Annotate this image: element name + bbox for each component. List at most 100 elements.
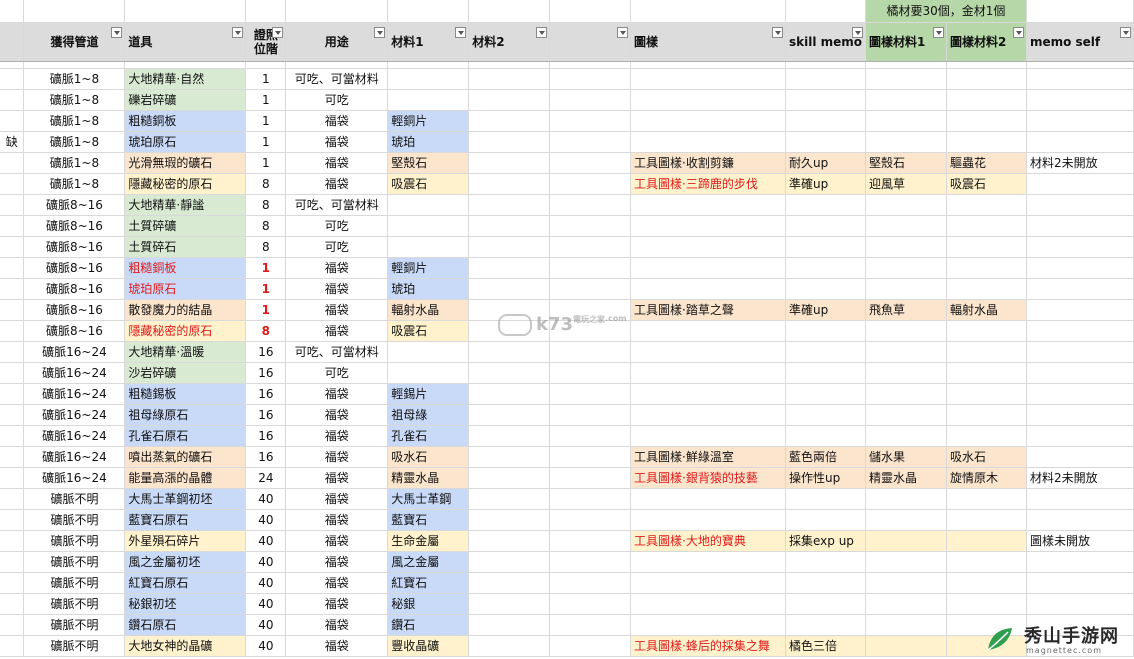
cell-marker[interactable] <box>0 404 25 426</box>
cell-material-2[interactable] <box>468 236 551 258</box>
cell-pattern[interactable] <box>630 68 786 90</box>
cell-blank[interactable] <box>549 278 632 300</box>
cell-pattern[interactable] <box>630 257 786 279</box>
cell-blank[interactable] <box>549 530 632 552</box>
cell-use[interactable]: 可吃、可當材料 <box>285 194 389 216</box>
header-blank[interactable] <box>549 22 632 62</box>
cell-item[interactable]: 大地女神的晶礦 <box>124 635 247 657</box>
cell-pattern-material-1[interactable] <box>865 89 947 111</box>
cell-pattern-material-2[interactable] <box>946 341 1027 363</box>
cell-marker[interactable] <box>0 299 25 321</box>
cell-item[interactable]: 光滑無瑕的礦石 <box>124 152 247 174</box>
cell-skill-memo[interactable] <box>785 488 867 510</box>
cell-pattern-material-2[interactable] <box>946 320 1027 342</box>
cell-source[interactable]: 礦脈16~24 <box>23 383 126 405</box>
cell-rank[interactable]: 40 <box>245 572 287 594</box>
cell-rank[interactable]: 40 <box>245 614 287 636</box>
cell-material-2[interactable] <box>468 467 551 489</box>
cell-rank[interactable]: 40 <box>245 551 287 573</box>
cell-memo-self[interactable] <box>1026 89 1134 111</box>
cell-memo-self[interactable] <box>1026 194 1134 216</box>
cell-pattern-material-2[interactable] <box>946 110 1027 132</box>
cell-material-2[interactable] <box>468 131 551 153</box>
header-pattern-material-1[interactable]: 圖樣材料1 <box>865 22 947 62</box>
cell-source[interactable]: 礦脈8~16 <box>23 299 126 321</box>
cell-rank[interactable]: 16 <box>245 362 287 384</box>
cell-material-2[interactable] <box>468 404 551 426</box>
cell-pattern[interactable] <box>630 404 786 426</box>
cell-item[interactable]: 能量高漲的晶體 <box>124 467 247 489</box>
cell-blank[interactable] <box>549 467 632 489</box>
cell-marker[interactable] <box>0 383 25 405</box>
cell-use[interactable]: 福袋 <box>285 593 389 615</box>
cell-source[interactable]: 礦脈1~8 <box>23 173 126 195</box>
cell-skill-memo[interactable] <box>785 68 867 90</box>
cell-item[interactable]: 噴出蒸氣的礦石 <box>124 446 247 468</box>
cell-pattern-material-2[interactable] <box>946 404 1027 426</box>
cell-marker[interactable] <box>0 278 25 300</box>
cell-pattern-material-2[interactable] <box>946 572 1027 594</box>
cell-source[interactable]: 礦脈8~16 <box>23 236 126 258</box>
cell-source[interactable]: 礦脈1~8 <box>23 131 126 153</box>
cell-pattern[interactable] <box>630 320 786 342</box>
cell-pattern-material-1[interactable] <box>865 614 947 636</box>
cell-memo-self[interactable] <box>1026 131 1134 153</box>
cell-use[interactable]: 可吃 <box>285 89 389 111</box>
cell-skill-memo[interactable] <box>785 194 867 216</box>
cell-pattern[interactable] <box>630 593 786 615</box>
cell-pattern[interactable] <box>630 383 786 405</box>
cell-material-2[interactable] <box>468 278 551 300</box>
cell-rank[interactable]: 40 <box>245 488 287 510</box>
cell-blank[interactable] <box>549 425 632 447</box>
cell-blank[interactable] <box>549 173 632 195</box>
cell-material-1[interactable]: 琥珀 <box>387 278 470 300</box>
cell-pattern-material-1[interactable] <box>865 383 947 405</box>
cell-blank[interactable] <box>549 194 632 216</box>
cell-marker[interactable] <box>0 89 25 111</box>
cell-skill-memo[interactable]: 準確up <box>785 173 867 195</box>
cell-pattern[interactable]: 工具圖樣·大地的寶典 <box>630 530 786 552</box>
cell-material-1[interactable]: 紅寶石 <box>387 572 470 594</box>
cell-memo-self[interactable] <box>1026 173 1134 195</box>
cell-marker[interactable] <box>0 110 25 132</box>
cell-marker[interactable] <box>0 446 25 468</box>
cell-pattern[interactable] <box>630 551 786 573</box>
cell-source[interactable]: 礦脈8~16 <box>23 257 126 279</box>
cell-material-2[interactable] <box>468 551 551 573</box>
cell-skill-memo[interactable] <box>785 236 867 258</box>
cell-material-1[interactable]: 琥珀 <box>387 131 470 153</box>
cell-rank[interactable]: 1 <box>245 68 287 90</box>
cell-skill-memo[interactable] <box>785 341 867 363</box>
cell-material-1[interactable]: 輕錫片 <box>387 383 470 405</box>
cell-pattern[interactable] <box>630 488 786 510</box>
cell-pattern-material-1[interactable] <box>865 341 947 363</box>
cell-use[interactable]: 福袋 <box>285 488 389 510</box>
header-item[interactable]: 道具 <box>124 22 247 62</box>
cell-source[interactable]: 礦脈不明 <box>23 488 126 510</box>
cell-item[interactable]: 鑽石原石 <box>124 614 247 636</box>
cell-item[interactable]: 隱藏秘密的原石 <box>124 173 247 195</box>
cell-item[interactable]: 琥珀原石 <box>124 131 247 153</box>
cell-pattern-material-2[interactable] <box>946 362 1027 384</box>
cell-material-2[interactable] <box>468 383 551 405</box>
cell-source[interactable]: 礦脈1~8 <box>23 89 126 111</box>
cell-memo-self[interactable] <box>1026 257 1134 279</box>
cell-pattern-material-2[interactable] <box>946 530 1027 552</box>
cell-pattern[interactable]: 工具圖樣·三蹄鹿的步伐 <box>630 173 786 195</box>
cell-skill-memo[interactable] <box>785 89 867 111</box>
cell-use[interactable]: 福袋 <box>285 404 389 426</box>
cell-marker[interactable] <box>0 173 25 195</box>
cell-item[interactable]: 藍寶石原石 <box>124 509 247 531</box>
cell-source[interactable]: 礦脈不明 <box>23 530 126 552</box>
cell-pattern-material-1[interactable]: 儲水果 <box>865 446 947 468</box>
cell-source[interactable]: 礦脈不明 <box>23 509 126 531</box>
cell-memo-self[interactable] <box>1026 236 1134 258</box>
filter-dropdown-icon[interactable] <box>772 27 783 38</box>
cell-pattern-material-1[interactable]: 精靈水晶 <box>865 467 947 489</box>
header-source[interactable]: 獲得管道 <box>23 22 126 62</box>
cell-material-1[interactable]: 生命金屬 <box>387 530 470 552</box>
cell-blank[interactable] <box>549 383 632 405</box>
cell-pattern[interactable] <box>630 278 786 300</box>
cell-pattern-material-1[interactable]: 堅殼石 <box>865 152 947 174</box>
cell-material-1[interactable]: 豐收晶礦 <box>387 635 470 657</box>
